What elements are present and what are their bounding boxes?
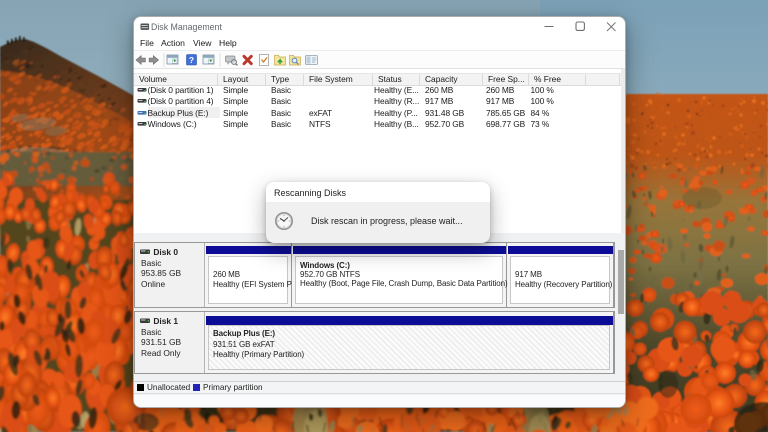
svg-text:?: ? — [189, 55, 194, 65]
